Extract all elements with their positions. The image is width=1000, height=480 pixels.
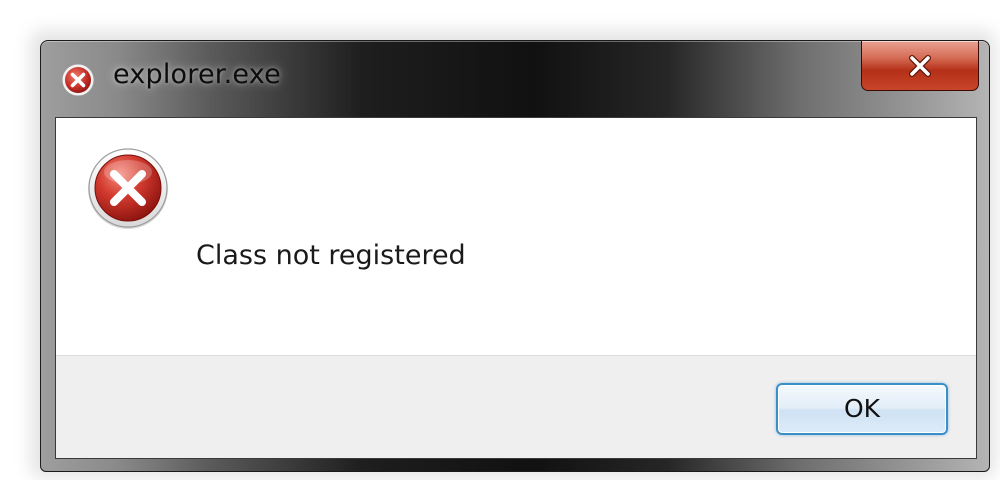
message-area: Class not registered [56,118,976,355]
title-bar[interactable]: explorer.exe [41,41,989,117]
button-bar: OK [56,355,976,458]
close-button[interactable] [861,41,979,91]
error-icon [61,63,95,97]
screen: explorer.exe Class not registered OK [0,0,1000,480]
error-message: Class not registered [196,240,466,271]
close-icon [907,54,933,78]
ok-button[interactable]: OK [776,383,948,435]
error-dialog-window: explorer.exe Class not registered OK [40,40,990,472]
window-title: explorer.exe [113,59,281,90]
dialog-body: Class not registered OK [55,117,977,459]
error-icon [86,146,170,230]
